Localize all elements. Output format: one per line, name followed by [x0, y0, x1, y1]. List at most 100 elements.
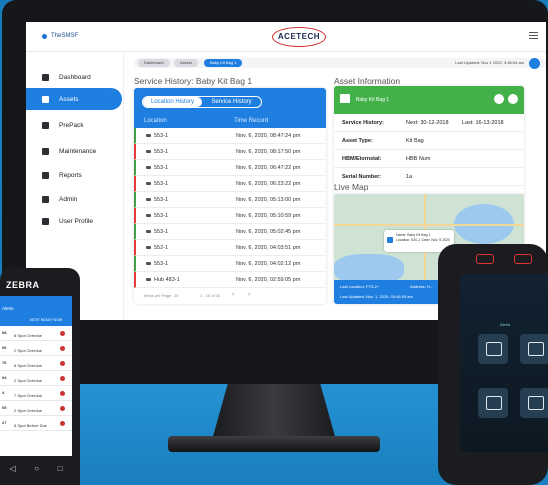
next-page-icon[interactable]: › [248, 291, 250, 298]
list-item[interactable]: 47 Spot Overdue [0, 388, 72, 401]
handheld-top: ZEBRA [0, 268, 80, 294]
list-item[interactable]: 05 2 Spot Overdue [0, 403, 72, 416]
row-time: Nov. 6, 2020, 05:02:45 pm [236, 229, 301, 235]
row-time: Nov. 6, 2020, 08:17:50 pm [236, 149, 301, 155]
list-item[interactable]: 76 8 Spot Overdue [0, 358, 72, 371]
table-row[interactable]: 553-1 Nov. 6, 2020, 08:17:50 pm [134, 144, 326, 160]
hamburger-menu-icon[interactable] [529, 32, 538, 39]
handheld-subtitle: NOTE READY NOW [30, 318, 63, 322]
map-last-updated: Last Updated: Nov. 1, 2020, 03:46:05 am [340, 294, 413, 299]
table-header: Location Time Record [134, 114, 326, 128]
page-range: 1 - 10 of 16 [200, 293, 221, 298]
home-icon[interactable]: ○ [34, 464, 39, 473]
top-bar: TheSMSF ACETECH [26, 22, 546, 52]
car-icon [146, 262, 151, 265]
history-panel: Location History Service History Locatio… [134, 88, 326, 304]
prev-page-icon[interactable]: ‹ [232, 291, 234, 298]
row-time: Nov. 6, 2020, 05:13:00 pm [236, 197, 301, 203]
column-time-record[interactable]: Time Record [234, 118, 268, 124]
tab-location-history[interactable]: Location History [143, 97, 202, 107]
history-tabs: Location History Service History [142, 96, 262, 108]
table-row[interactable]: 553-1 Nov. 6, 2020, 05:10:59 pm [134, 208, 326, 224]
alert-dot-icon [60, 406, 65, 411]
row-time: Nov. 6, 2020, 04:02:12 pm [236, 261, 301, 267]
sidebar-item-prepack[interactable]: PrePack [32, 114, 122, 136]
list-item[interactable]: 06 2 Spot Overdue [0, 343, 72, 356]
tablet-tile[interactable] [478, 388, 508, 418]
tablet-tile[interactable] [520, 334, 548, 364]
asset-name: Baby Kit Bag 1 [356, 97, 390, 103]
row-location: 552-1 [146, 245, 168, 251]
sidebar-item-user-profile[interactable]: User Profile [32, 210, 122, 232]
row-time: Nov. 6, 2020, 04:03:51 pm [236, 245, 301, 251]
alert-dot-icon [60, 346, 65, 351]
table-row[interactable]: Hub 483-1 Nov. 6, 2020, 02:59:05 pm [134, 272, 326, 288]
table-row[interactable]: 553-1 Nov. 6, 2020, 08:47:24 pm [134, 128, 326, 144]
last-location: Last Location: P73-2+ [340, 284, 380, 289]
sidebar-item-reports[interactable]: Reports [32, 164, 122, 186]
sidebar-item-assets[interactable]: Assets [26, 88, 122, 110]
tablet-tile[interactable] [478, 334, 508, 364]
alert-dot-icon [60, 391, 65, 396]
handheld-screen: Alerts NOTE READY NOW 08 8 Spot Overdue 06… [0, 296, 72, 456]
sidebar-item-label: Reports [59, 171, 82, 179]
row-location: 553-1 [146, 133, 168, 139]
table-row[interactable]: 553-1 Nov. 6, 2020, 06:23:22 pm [134, 176, 326, 192]
camera-icon [42, 121, 49, 129]
last-updated: Last Updated: Nov 1 2020, 3:46:04 am [455, 60, 524, 65]
zebra-logo: ZEBRA [6, 280, 40, 290]
rows-per-page-label: Items per Page: [144, 293, 173, 298]
car-icon [146, 246, 151, 249]
table-row[interactable]: 553-1 Nov. 6, 2020, 06:47:22 pm [134, 160, 326, 176]
acetech-logo: ACETECH [272, 27, 326, 47]
alert-dot-icon [60, 376, 65, 381]
tablet-button[interactable] [514, 254, 532, 264]
rugged-tablet: Alerts [438, 244, 548, 485]
collapse-sidebar-icon[interactable]: ‹ [104, 318, 108, 320]
list-item[interactable]: 27 8 Spot Before Due [0, 418, 72, 431]
camera-icon [340, 94, 350, 103]
asset-field-row: Service History: Next: 30-12-2018 Last: 16… [334, 114, 524, 132]
table-row[interactable]: 553-1 Nov. 6, 2020, 04:02:12 pm [134, 256, 326, 272]
table-row[interactable]: 552-1 Nov. 6, 2020, 04:03:51 pm [134, 240, 326, 256]
edit-icon[interactable] [494, 94, 504, 104]
list-item[interactable]: 08 8 Spot Overdue [0, 328, 72, 341]
handheld-header: Alerts NOTE READY NOW [0, 296, 72, 326]
tablet-tile[interactable] [520, 388, 548, 418]
row-time: Nov. 6, 2020, 05:10:59 pm [236, 213, 301, 219]
asset-information-title: Asset Information [334, 76, 401, 86]
car-icon [146, 134, 151, 137]
row-time: Nov. 6, 2020, 06:47:22 pm [236, 165, 301, 171]
handheld-title: Alerts [2, 306, 14, 311]
box-icon [42, 95, 49, 103]
recent-icon[interactable]: □ [58, 464, 63, 473]
tab-service-history[interactable]: Service History [202, 97, 261, 107]
breadcrumb-assets[interactable]: Assets [174, 59, 199, 67]
breadcrumb-dashboard[interactable]: Dashboard [138, 59, 170, 67]
monitor-base [168, 436, 380, 452]
tablet-screen: Alerts [460, 274, 548, 452]
sidebar-item-label: PrePack [59, 121, 84, 129]
row-location: 553-1 [146, 197, 168, 203]
service-history-title: Service History: Baby Kit Bag 1 [134, 76, 253, 86]
view-icon[interactable] [508, 94, 518, 104]
refresh-icon[interactable] [529, 58, 540, 69]
row-location: 553-1 [146, 181, 168, 187]
row-time: Nov. 6, 2020, 06:23:22 pm [236, 181, 301, 187]
table-row[interactable]: 553-1 Nov. 6, 2020, 05:13:00 pm [134, 192, 326, 208]
list-item[interactable]: 04 2 Spot Overdue [0, 373, 72, 386]
sidebar-item-label: User Profile [59, 217, 93, 225]
table-row[interactable]: 553-1 Nov. 6, 2020, 05:02:45 pm [134, 224, 326, 240]
rows-per-page-select[interactable]: 10 [174, 293, 178, 298]
column-location[interactable]: Location [144, 118, 167, 124]
asset-header: Baby Kit Bag 1 [334, 86, 524, 114]
back-icon[interactable]: ◁ [9, 464, 15, 473]
tablet-button[interactable] [476, 254, 494, 264]
sidebar-item-maintenance[interactable]: Maintenance [32, 140, 122, 162]
sidebar-item-dashboard[interactable]: Dashboard [32, 66, 122, 88]
grid-icon [42, 73, 49, 81]
sidebar-item-admin[interactable]: Admin [32, 188, 122, 210]
address: Address: H... [410, 284, 434, 289]
breadcrumb-current: Baby Kit Bag 1 [204, 59, 243, 67]
asset-field-row: Asset Type: Kit Bag [334, 132, 524, 150]
